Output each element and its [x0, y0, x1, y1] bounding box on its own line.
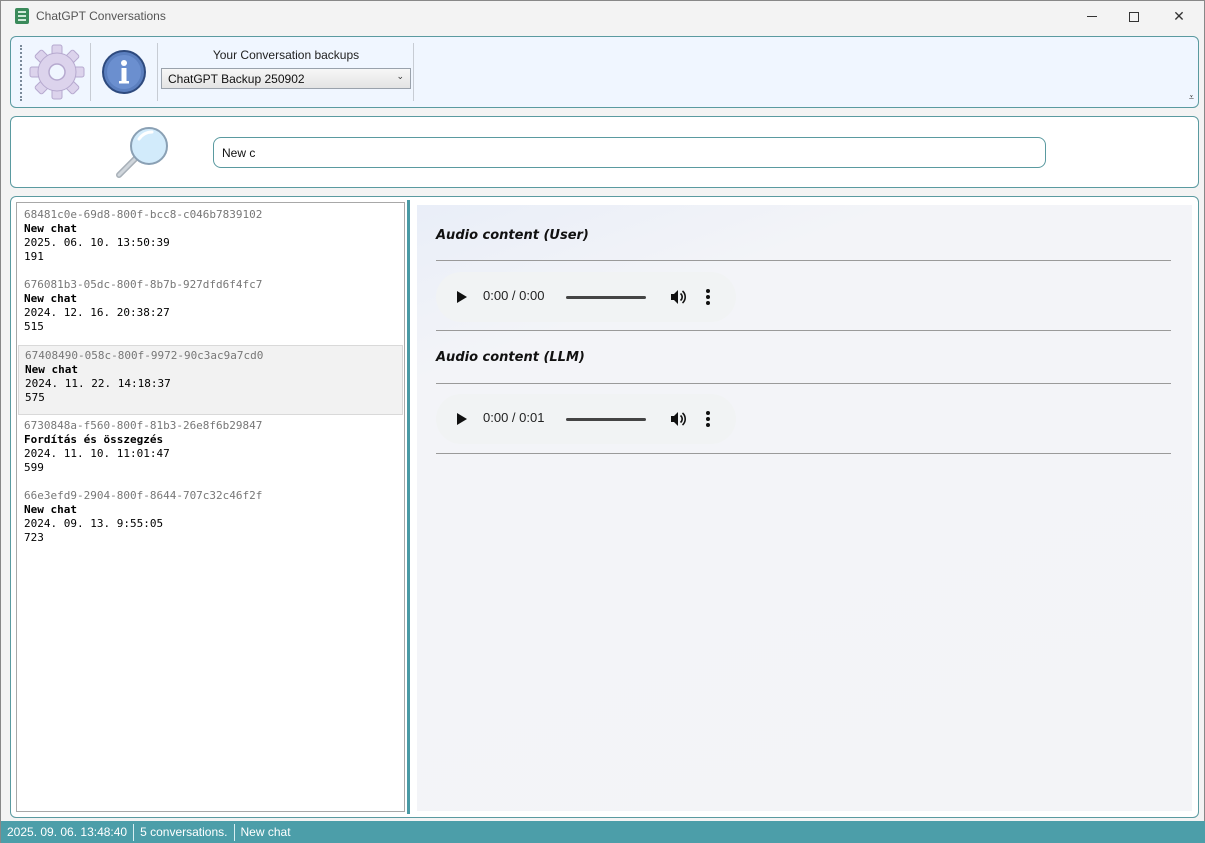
info-icon	[102, 50, 146, 94]
chevron-down-icon: ⌄	[396, 71, 404, 81]
more-options-icon[interactable]	[706, 289, 710, 305]
window-title: ChatGPT Conversations	[36, 9, 166, 23]
status-current-conversation: New chat	[240, 825, 291, 839]
audio-seek-bar[interactable]	[566, 418, 646, 421]
llm-audio-heading: Audio content (LLM)	[436, 350, 585, 365]
audio-time: 0:00 / 0:01	[483, 410, 545, 425]
conversation-id: 67408490-058c-800f-9972-90c3ac9a7cd0	[25, 349, 264, 362]
minimize-icon	[1087, 16, 1097, 17]
conversation-date: 2025. 06. 10. 13:50:39	[24, 236, 170, 249]
conversation-id: 66e3efd9-2904-800f-8644-707c32c46f2f	[24, 489, 263, 502]
toolbar-separator	[157, 43, 158, 101]
minimize-button[interactable]	[1069, 1, 1115, 32]
user-audio-player: 0:00 / 0:00	[436, 272, 736, 322]
title-bar[interactable]: ChatGPT Conversations ✕	[1, 1, 1204, 32]
llm-audio-player: 0:00 / 0:01	[436, 394, 736, 444]
main-panel: 68481c0e-69d8-800f-bcc8-c046b7839102 New…	[10, 196, 1199, 818]
conversation-title: New chat	[24, 292, 77, 305]
toolbar-separator	[90, 43, 91, 101]
gear-icon	[29, 44, 85, 100]
conversation-item[interactable]: 676081b3-05dc-800f-8b7b-927dfd6f4fc7 New…	[18, 275, 403, 345]
close-icon: ✕	[1173, 8, 1185, 24]
toolbar-separator	[413, 43, 414, 101]
more-options-icon[interactable]	[706, 411, 710, 427]
search-panel	[10, 116, 1199, 188]
conversation-item[interactable]: 6730848a-f560-800f-81b3-26e8f6b29847 For…	[18, 416, 403, 486]
backup-label: Your Conversation backups	[212, 48, 360, 62]
volume-icon[interactable]	[669, 410, 687, 428]
status-bar: 2025. 09. 06. 13:48:40 5 conversations. …	[1, 821, 1205, 843]
maximize-icon	[1129, 11, 1139, 22]
conversation-message-count: 575	[25, 391, 45, 404]
toolbar: Your Conversation backups ChatGPT Backup…	[10, 36, 1199, 108]
conversation-item-selected[interactable]: 67408490-058c-800f-9972-90c3ac9a7cd0 New…	[18, 345, 403, 415]
backup-select-value: ChatGPT Backup 250902	[168, 72, 305, 86]
toolbar-overflow-button[interactable]: ⩡	[1189, 92, 1194, 103]
panel-splitter[interactable]	[407, 200, 410, 814]
conversation-title: New chat	[24, 222, 77, 235]
conversation-id: 6730848a-f560-800f-81b3-26e8f6b29847	[24, 419, 263, 432]
conversation-date: 2024. 12. 16. 20:38:27	[24, 306, 170, 319]
conversation-item[interactable]: 66e3efd9-2904-800f-8644-707c32c46f2f New…	[18, 486, 403, 556]
conversation-message-count: 515	[24, 320, 44, 333]
backup-select[interactable]: ChatGPT Backup 250902 ⌄	[161, 68, 411, 89]
close-button[interactable]: ✕	[1156, 1, 1202, 32]
divider	[436, 383, 1171, 384]
divider	[436, 260, 1171, 261]
app-window: ChatGPT Conversations ✕ Your Conversatio…	[0, 0, 1205, 843]
search-input[interactable]	[213, 137, 1046, 168]
search-button[interactable]	[111, 123, 181, 181]
toolbar-grip[interactable]	[20, 45, 22, 101]
conversation-id: 68481c0e-69d8-800f-bcc8-c046b7839102	[24, 208, 263, 221]
conversation-detail: Audio content (User) 0:00 / 0:00 Audio c…	[417, 205, 1192, 811]
magnifier-icon	[116, 127, 168, 178]
conversation-title: Fordítás és összegzés	[24, 433, 164, 446]
conversation-item[interactable]: 68481c0e-69d8-800f-bcc8-c046b7839102 New…	[18, 205, 403, 275]
conversation-message-count: 599	[24, 461, 44, 474]
user-audio-heading: Audio content (User)	[436, 228, 589, 243]
volume-icon[interactable]	[669, 288, 687, 306]
play-icon[interactable]	[457, 291, 467, 303]
conversation-date: 2024. 09. 13. 9:55:05	[24, 517, 164, 530]
status-timestamp: 2025. 09. 06. 13:48:40	[1, 824, 135, 841]
settings-button[interactable]	[29, 43, 85, 101]
conversation-title: New chat	[25, 363, 78, 376]
conversation-message-count: 723	[24, 531, 44, 544]
divider	[436, 330, 1171, 331]
conversation-title: New chat	[24, 503, 77, 516]
divider	[436, 453, 1171, 454]
info-button[interactable]	[101, 49, 147, 95]
audio-seek-bar[interactable]	[566, 296, 646, 299]
app-icon	[15, 8, 29, 24]
maximize-button[interactable]	[1111, 1, 1157, 32]
status-conversation-count: 5 conversations.	[134, 824, 235, 841]
conversation-message-count: 191	[24, 250, 44, 263]
play-icon[interactable]	[457, 413, 467, 425]
conversation-date: 2024. 11. 10. 11:01:47	[24, 447, 170, 460]
conversation-date: 2024. 11. 22. 14:18:37	[25, 377, 171, 390]
audio-time: 0:00 / 0:00	[483, 288, 545, 303]
conversation-list[interactable]: 68481c0e-69d8-800f-bcc8-c046b7839102 New…	[16, 202, 405, 812]
conversation-id: 676081b3-05dc-800f-8b7b-927dfd6f4fc7	[24, 278, 263, 291]
